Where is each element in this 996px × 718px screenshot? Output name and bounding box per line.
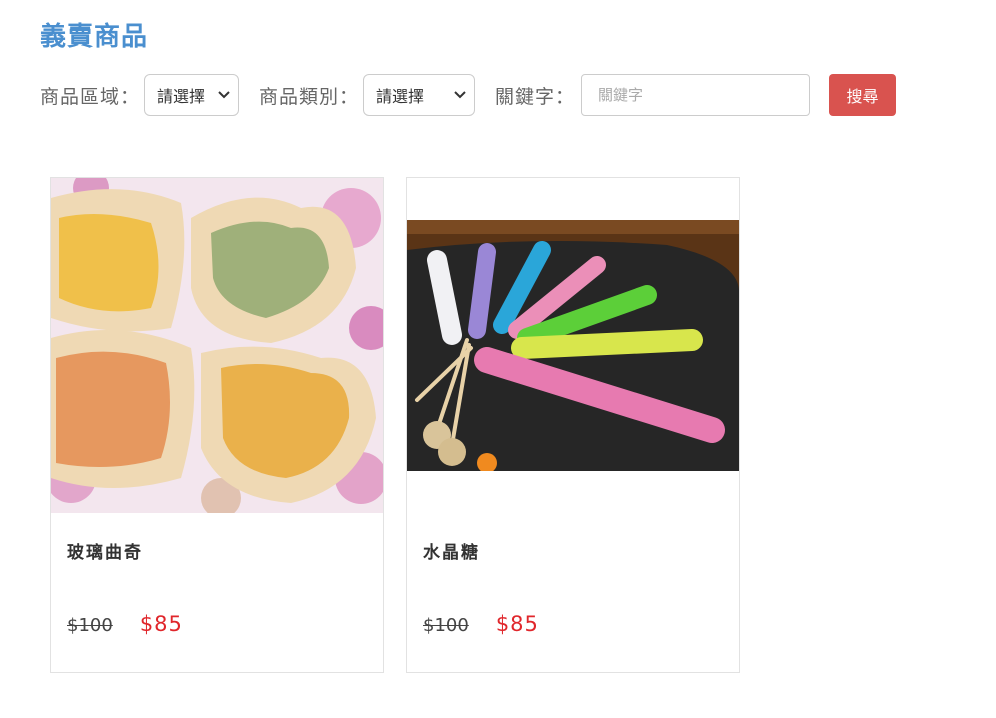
product-name[interactable]: 水晶糖: [423, 538, 480, 563]
region-select[interactable]: 請選擇: [144, 74, 240, 116]
filter-bar: 商品區域： 請選擇 商品類別： 請選擇 關鍵字： 搜尋: [40, 74, 897, 116]
original-price: $100: [423, 615, 469, 636]
category-select-value: 請選擇: [376, 87, 425, 106]
original-price: $100: [67, 615, 113, 636]
product-image-rock-candy[interactable]: [407, 220, 739, 471]
chevron-down-icon: [218, 88, 230, 103]
region-label: 商品區域：: [40, 85, 141, 108]
region-select-value: 請選擇: [157, 87, 206, 106]
price-row: $100 $85: [423, 612, 539, 636]
keyword-label: 關鍵字：: [495, 85, 576, 108]
sale-price: $85: [139, 612, 183, 636]
category-select[interactable]: 請選擇: [363, 74, 476, 116]
chevron-down-icon: [454, 88, 466, 103]
price-row: $100 $85: [67, 612, 183, 636]
product-name[interactable]: 玻璃曲奇: [67, 538, 143, 563]
keyword-input[interactable]: [581, 74, 811, 116]
sale-price: $85: [495, 612, 539, 636]
search-button[interactable]: 搜尋: [829, 74, 897, 116]
product-image-glass-cookie[interactable]: [51, 178, 383, 513]
product-card[interactable]: 水晶糖 $100 $85: [406, 177, 740, 673]
page-title: 義賣商品: [40, 22, 149, 52]
category-label: 商品類別：: [259, 85, 360, 108]
product-card[interactable]: 玻璃曲奇 $100 $85: [50, 177, 384, 673]
